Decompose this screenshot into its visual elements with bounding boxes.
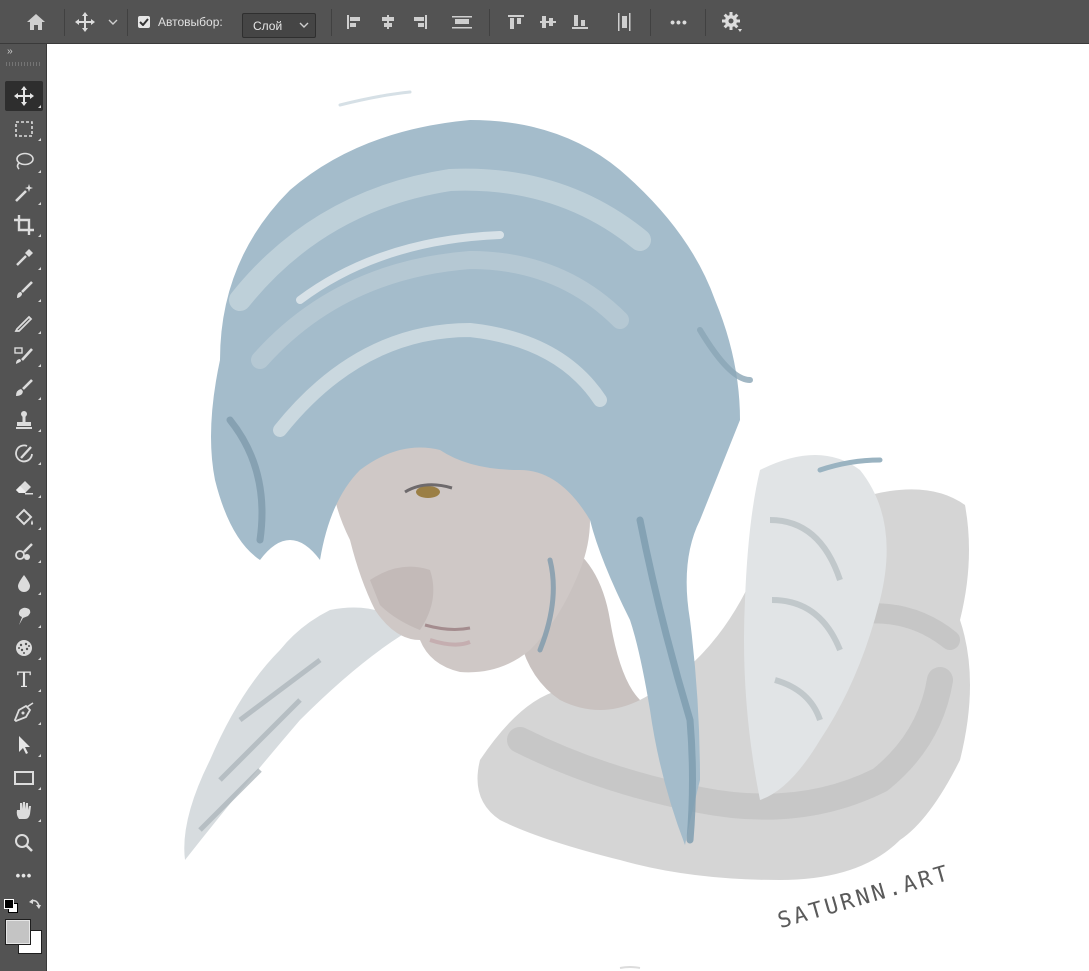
eyedropper-icon — [16, 249, 33, 266]
distribute-icon — [452, 16, 472, 29]
align-vcenter-button[interactable] — [537, 0, 559, 44]
marquee-tool[interactable] — [5, 114, 43, 144]
sponge-tool[interactable] — [5, 633, 43, 663]
history-brush-icon — [15, 444, 33, 463]
mixer-brush-tool[interactable] — [5, 373, 43, 403]
align-vertical-center-icon — [540, 16, 556, 28]
collapse-panel-button[interactable]: ›› — [7, 46, 13, 57]
path-selection-tool[interactable] — [5, 730, 43, 760]
align-hcenter-button[interactable] — [377, 0, 399, 44]
mixer-brush-icon — [16, 379, 33, 396]
artwork-illustration — [184, 90, 970, 969]
swap-icon — [29, 899, 41, 909]
tool-preset-dropdown[interactable] — [106, 0, 120, 44]
home-icon — [27, 14, 45, 30]
more-icon: ••• — [15, 867, 33, 883]
more-options-button[interactable]: ••• — [664, 0, 694, 44]
paint-bucket-tool[interactable] — [5, 503, 43, 533]
zoom-tool[interactable] — [5, 828, 43, 858]
align-left-icon — [347, 15, 360, 29]
move-icon — [14, 86, 34, 106]
type-icon: T — [16, 668, 31, 692]
distribute-vertical-icon — [618, 13, 631, 31]
pen-icon — [13, 702, 34, 723]
sponge-icon — [16, 640, 32, 656]
drop-icon — [18, 575, 30, 592]
align-right-icon — [414, 15, 427, 29]
lasso-icon — [16, 152, 34, 170]
more-tools-button[interactable]: ••• — [5, 860, 43, 890]
rectangle-tool[interactable] — [5, 763, 43, 793]
move-icon — [75, 12, 95, 32]
crop-tool[interactable] — [5, 210, 43, 240]
history-brush-tool[interactable] — [5, 438, 43, 468]
smudge-tool[interactable] — [5, 601, 43, 631]
align-top-button[interactable] — [505, 0, 527, 44]
chevron-down-icon — [108, 19, 118, 25]
align-left-button[interactable] — [343, 0, 365, 44]
brush-icon — [17, 281, 33, 298]
hand-icon — [16, 802, 31, 819]
stamp-icon — [16, 411, 32, 429]
default-colors-button[interactable] — [4, 899, 18, 913]
home-button[interactable] — [20, 0, 52, 44]
align-top-icon — [508, 15, 524, 29]
foreground-color-swatch[interactable] — [5, 919, 31, 945]
magic-wand-tool[interactable] — [5, 178, 43, 208]
blur-tool[interactable] — [5, 568, 43, 598]
checkmark-icon — [139, 18, 149, 26]
healing-brush-tool[interactable] — [5, 340, 43, 370]
crop-icon — [14, 215, 34, 235]
eraser-tool[interactable] — [5, 471, 43, 501]
magic-wand-icon — [15, 184, 33, 202]
color-replace-tool[interactable] — [5, 536, 43, 566]
auto-select-target-value: Слой — [253, 18, 283, 33]
align-bottom-button[interactable] — [569, 0, 591, 44]
move-tool-preset-button[interactable] — [72, 0, 98, 44]
panel-grip[interactable] — [6, 62, 40, 66]
pencil-icon — [14, 315, 33, 332]
align-bottom-icon — [572, 15, 588, 29]
align-right-button[interactable] — [409, 0, 431, 44]
hand-tool[interactable] — [5, 795, 43, 825]
tools-panel: ›› T ••• — [0, 44, 47, 971]
rect-marquee-icon — [15, 121, 33, 137]
clone-stamp-tool[interactable] — [5, 405, 43, 435]
distribute-vertical-button[interactable] — [613, 0, 635, 44]
eyedropper-tool[interactable] — [5, 243, 43, 273]
swap-colors-button[interactable] — [28, 897, 42, 916]
auto-select-target-select[interactable]: Слой — [242, 13, 316, 38]
align-horizontal-center-icon — [382, 15, 394, 29]
zoom-icon — [15, 834, 33, 852]
options-bar: Автовыбор: Слой ••• — [0, 0, 1089, 44]
document-canvas[interactable]: SATURNN.ART — [48, 45, 1089, 971]
move-tool[interactable] — [5, 81, 43, 111]
rectangle-icon — [14, 771, 34, 785]
gear-icon — [722, 12, 742, 32]
chevron-down-icon — [299, 22, 309, 28]
healing-brush-icon — [14, 347, 33, 364]
eraser-icon — [16, 481, 33, 495]
lasso-tool[interactable] — [5, 146, 43, 176]
color-replace-icon — [15, 543, 33, 560]
pen-tool[interactable] — [5, 698, 43, 728]
settings-button[interactable] — [718, 0, 746, 44]
arrow-icon — [19, 736, 30, 754]
auto-select-checkbox[interactable] — [136, 0, 152, 44]
smudge-icon — [18, 607, 31, 625]
type-tool[interactable]: T — [5, 665, 43, 695]
brush-tool[interactable] — [5, 275, 43, 305]
auto-select-label: Автовыбор: — [158, 15, 223, 29]
paint-bucket-icon — [15, 508, 33, 526]
distribute-button[interactable] — [451, 0, 473, 44]
pencil-tool[interactable] — [5, 307, 43, 337]
